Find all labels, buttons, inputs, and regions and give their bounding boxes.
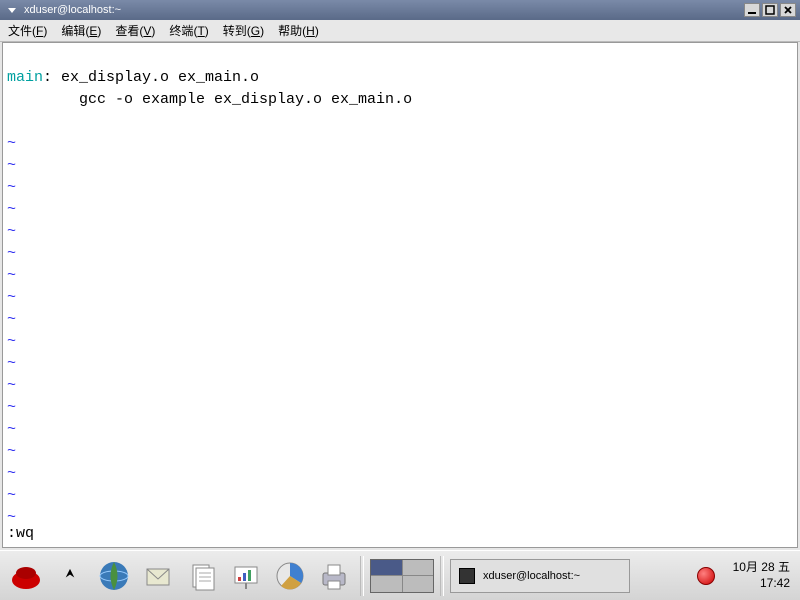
vim-tilde: ~ bbox=[7, 421, 16, 438]
menu-view[interactable]: 查看(V) bbox=[115, 22, 155, 39]
vim-command-line: :wq bbox=[7, 523, 34, 545]
penguin-indicator-icon[interactable] bbox=[50, 556, 90, 596]
task-entry-label: xduser@localhost:~ bbox=[483, 570, 580, 582]
window-menu-icon[interactable] bbox=[4, 2, 20, 18]
menu-go[interactable]: 转到(G) bbox=[223, 22, 264, 39]
documents-icon[interactable] bbox=[182, 556, 222, 596]
minimize-button[interactable] bbox=[744, 3, 760, 17]
workspace-1[interactable] bbox=[371, 560, 402, 576]
window-titlebar: xduser@localhost:~ bbox=[0, 0, 800, 20]
taskbar: xduser@localhost:~ 10月 28 五 17:42 bbox=[0, 550, 800, 600]
vim-tilde: ~ bbox=[7, 223, 16, 240]
vim-tilde: ~ bbox=[7, 179, 16, 196]
menu-edit[interactable]: 编辑(E) bbox=[61, 22, 101, 39]
vim-tilde: ~ bbox=[7, 443, 16, 460]
maximize-button[interactable] bbox=[762, 3, 778, 17]
vim-tilde: ~ bbox=[7, 289, 16, 306]
vim-tilde: ~ bbox=[7, 267, 16, 284]
workspace-pager[interactable] bbox=[370, 559, 434, 593]
clock[interactable]: 10月 28 五 17:42 bbox=[729, 560, 794, 591]
close-button[interactable] bbox=[780, 3, 796, 17]
task-entry-terminal[interactable]: xduser@localhost:~ bbox=[450, 559, 630, 593]
mail-icon[interactable] bbox=[138, 556, 178, 596]
terminal-icon bbox=[459, 568, 475, 584]
terminal-content[interactable]: main: ex_display.o ex_main.o gcc -o exam… bbox=[2, 42, 798, 548]
makefile-line-1: main: ex_display.o ex_main.o bbox=[7, 69, 259, 86]
menu-terminal[interactable]: 终端(T) bbox=[169, 22, 208, 39]
vim-tilde: ~ bbox=[7, 487, 16, 504]
vim-tilde: ~ bbox=[7, 333, 16, 350]
vim-tilde: ~ bbox=[7, 201, 16, 218]
clock-date: 10月 28 五 bbox=[733, 560, 790, 576]
vim-tilde: ~ bbox=[7, 399, 16, 416]
taskbar-separator bbox=[440, 556, 444, 596]
vim-tilde: ~ bbox=[7, 465, 16, 482]
vim-tilde: ~ bbox=[7, 311, 16, 328]
workspace-3[interactable] bbox=[371, 576, 402, 592]
spreadsheet-icon[interactable] bbox=[270, 556, 310, 596]
menu-help[interactable]: 帮助(H) bbox=[278, 22, 319, 39]
window-title: xduser@localhost:~ bbox=[24, 4, 744, 16]
menu-file[interactable]: 文件(F) bbox=[8, 22, 47, 39]
redhat-menu-icon[interactable] bbox=[6, 556, 46, 596]
printer-icon[interactable] bbox=[314, 556, 354, 596]
vim-tilde: ~ bbox=[7, 135, 16, 152]
web-browser-icon[interactable] bbox=[94, 556, 134, 596]
workspace-4[interactable] bbox=[403, 576, 434, 592]
vim-tilde: ~ bbox=[7, 377, 16, 394]
presentation-icon[interactable] bbox=[226, 556, 266, 596]
clock-time: 17:42 bbox=[733, 576, 790, 592]
taskbar-separator bbox=[360, 556, 364, 596]
makefile-line-2: gcc -o example ex_display.o ex_main.o bbox=[7, 91, 412, 108]
vim-tilde: ~ bbox=[7, 157, 16, 174]
vim-tilde: ~ bbox=[7, 245, 16, 262]
vim-tilde: ~ bbox=[7, 355, 16, 372]
record-indicator-icon[interactable] bbox=[697, 567, 715, 585]
menubar: 文件(F) 编辑(E) 查看(V) 终端(T) 转到(G) 帮助(H) bbox=[0, 20, 800, 42]
workspace-2[interactable] bbox=[403, 560, 434, 576]
